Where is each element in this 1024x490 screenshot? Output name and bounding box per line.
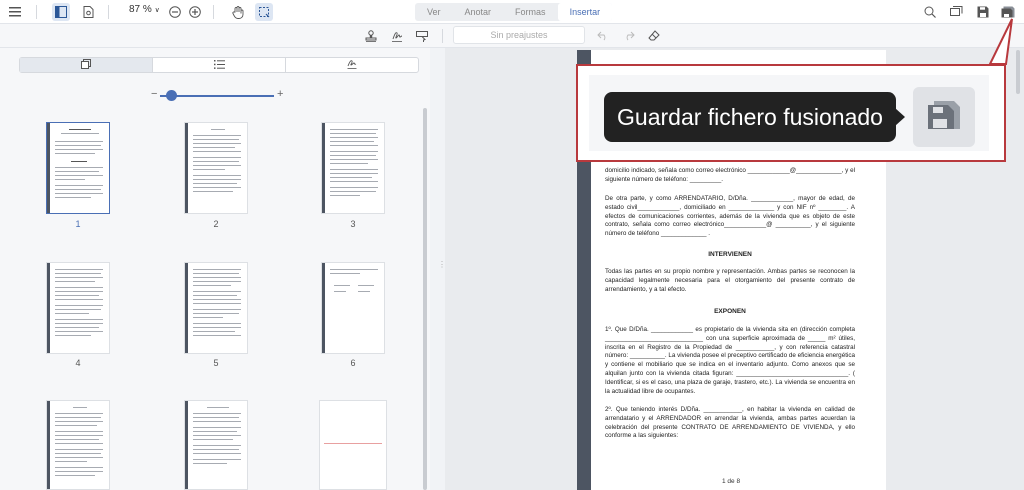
page-thumbnail[interactable] bbox=[46, 122, 110, 214]
eraser-icon[interactable] bbox=[645, 27, 663, 45]
thumbnail-label: 6 bbox=[350, 358, 356, 368]
tab-formas[interactable]: Formas bbox=[503, 3, 558, 21]
tab-ver[interactable]: Ver bbox=[415, 3, 453, 21]
thumbnail-size-decrease[interactable]: − bbox=[151, 88, 157, 100]
document-scrollbar[interactable] bbox=[1016, 50, 1020, 94]
sidebar-toggle-icon[interactable] bbox=[52, 3, 70, 21]
preset-selector[interactable]: Sin preajustes bbox=[453, 26, 585, 44]
page-thumbnail[interactable] bbox=[46, 262, 110, 354]
tab-outline[interactable] bbox=[153, 58, 286, 72]
tab-insertar[interactable]: Insertar bbox=[557, 3, 613, 21]
page-thumbnail[interactable] bbox=[184, 122, 248, 214]
page-thumbnail[interactable] bbox=[321, 262, 385, 354]
save-merged-button[interactable] bbox=[913, 87, 975, 147]
toolbar-divider bbox=[442, 29, 443, 43]
comments-icon[interactable] bbox=[947, 3, 965, 21]
insert-toolbar: Sin preajustes bbox=[0, 24, 1024, 48]
tab-anotar[interactable]: Anotar bbox=[453, 3, 504, 21]
doc-paragraph: Todas las partes en su propio nombre y r… bbox=[605, 268, 855, 293]
thumbnail-label: 2 bbox=[213, 219, 219, 229]
thumbnails-scrollbar[interactable] bbox=[423, 108, 427, 490]
toolbar-divider bbox=[108, 5, 109, 19]
doc-heading: INTERVIENEN bbox=[708, 251, 752, 258]
zoom-in-icon[interactable] bbox=[186, 3, 204, 21]
file-settings-icon[interactable] bbox=[79, 3, 97, 21]
thumbnail-label: 4 bbox=[75, 358, 81, 368]
mode-tabs: Ver Anotar Formas Insertar bbox=[415, 3, 613, 21]
signature-icon[interactable] bbox=[388, 27, 406, 45]
form-field-icon[interactable] bbox=[413, 27, 431, 45]
slider-handle[interactable] bbox=[166, 90, 177, 101]
pan-hand-icon[interactable] bbox=[229, 3, 247, 21]
thumbnail-size-slider[interactable] bbox=[160, 95, 274, 97]
select-area-icon[interactable] bbox=[255, 3, 273, 21]
doc-paragraph: 1º. Que D/Dña. ____________ es propietar… bbox=[605, 326, 855, 395]
undo-icon[interactable] bbox=[594, 27, 612, 45]
doc-paragraph: domicilio indicado, señala como correo e… bbox=[605, 167, 855, 183]
stamp-icon[interactable] bbox=[362, 27, 380, 45]
doc-paragraph: De otra parte, y como ARRENDATARIO, D/Dñ… bbox=[605, 195, 855, 238]
panel-resize-handle[interactable]: ⋮ bbox=[438, 260, 446, 270]
zoom-out-icon[interactable] bbox=[166, 3, 184, 21]
page-thumbnail[interactable] bbox=[319, 400, 387, 490]
callout-pointer bbox=[988, 18, 1013, 65]
chevron-down-icon: ∨ bbox=[154, 7, 160, 14]
tab-thumbnails[interactable] bbox=[20, 58, 153, 72]
tooltip: Guardar fichero fusionado bbox=[604, 92, 896, 142]
page-thumbnail[interactable] bbox=[46, 400, 110, 490]
doc-paragraph: 2º. Que teniendo interés D/Dña. ________… bbox=[605, 406, 855, 440]
main-toolbar: 87 % ∨ Ver Anotar Formas Insertar bbox=[0, 0, 1024, 24]
toolbar-divider bbox=[213, 5, 214, 19]
tab-signatures[interactable] bbox=[286, 58, 418, 72]
thumbnail-size-increase[interactable]: + bbox=[277, 88, 283, 100]
redo-icon[interactable] bbox=[620, 27, 638, 45]
signature-icon bbox=[347, 59, 357, 71]
search-icon[interactable] bbox=[921, 3, 939, 21]
doc-heading: EXPONEN bbox=[714, 308, 746, 315]
menu-icon[interactable] bbox=[6, 3, 24, 21]
thumbnail-label: 5 bbox=[213, 358, 219, 368]
zoom-selector[interactable]: 87 % ∨ bbox=[129, 4, 160, 15]
page-thumbnail[interactable] bbox=[321, 122, 385, 214]
thumbnail-label: 1 bbox=[75, 219, 81, 229]
sidebar-view-tabs bbox=[19, 57, 419, 73]
page-counter: 1 de 8 bbox=[722, 478, 741, 485]
toolbar-divider bbox=[36, 5, 37, 19]
page-thumbnail[interactable] bbox=[184, 400, 248, 490]
save-merged-icon bbox=[926, 99, 962, 136]
tooltip-arrow bbox=[895, 108, 905, 126]
thumbnail-label: 3 bbox=[350, 219, 356, 229]
page-thumbnail[interactable] bbox=[184, 262, 248, 354]
zoom-value: 87 % bbox=[129, 4, 152, 15]
thumbnails-icon bbox=[81, 59, 91, 71]
list-icon bbox=[213, 59, 225, 71]
